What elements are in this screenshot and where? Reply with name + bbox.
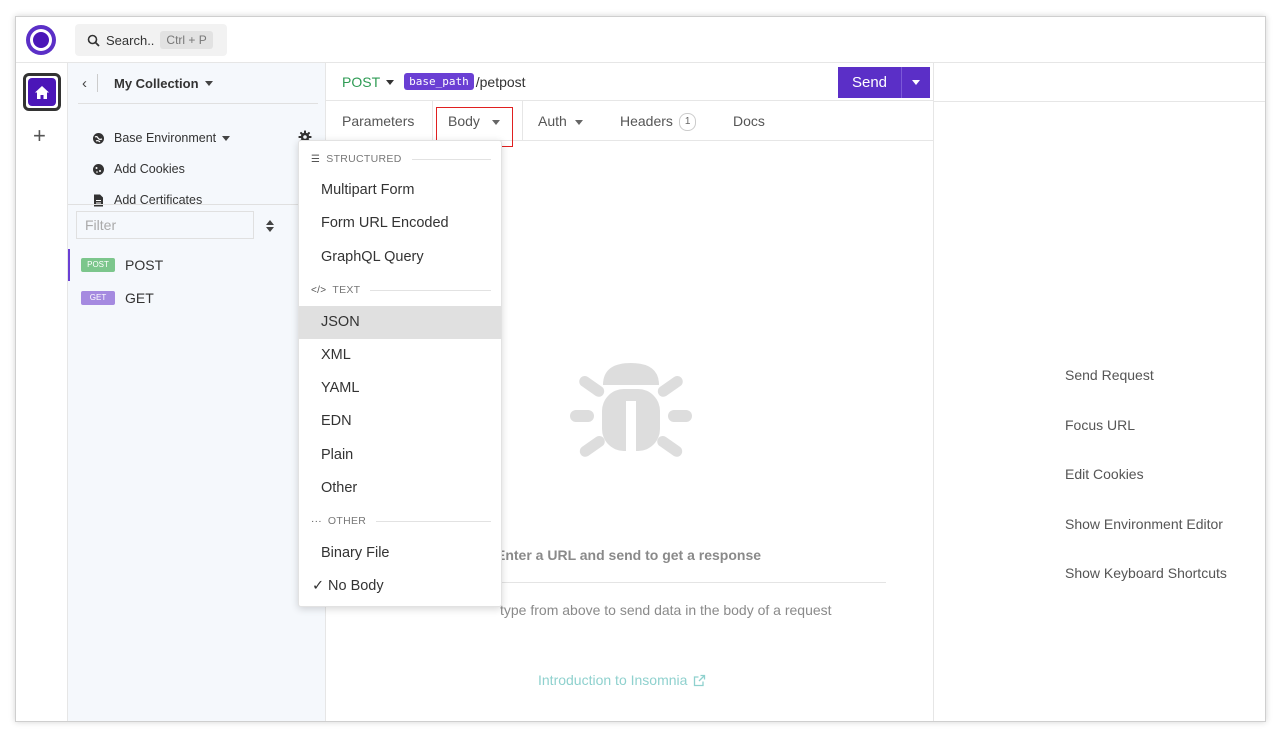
empty-state-title: Enter a URL and send to get a response	[496, 547, 762, 563]
intro-link-label: Introduction to Insomnia	[538, 672, 688, 688]
body-type-dropdown-menu: ☰ STRUCTURED Multipart Form Form URL Enco…	[298, 140, 502, 607]
section-label: TEXT	[332, 284, 361, 296]
cookie-icon	[92, 163, 104, 175]
response-pane: Send Request Focus URL Edit Cookies Show…	[934, 63, 1265, 721]
request-tabs: Parameters Body Auth Headers 1 Docs	[326, 101, 934, 141]
tab-auth-label: Auth	[538, 113, 567, 129]
environment-label: Base Environment	[114, 131, 217, 145]
add-cookies-button[interactable]: Add Cookies	[90, 159, 185, 179]
divider	[78, 103, 318, 104]
sort-icon[interactable]	[266, 219, 274, 237]
filter-input[interactable]: Filter	[76, 211, 254, 239]
headers-count-badge: 1	[678, 113, 697, 132]
chevron-down-icon	[222, 135, 231, 141]
menu-item-other[interactable]: Other	[299, 472, 501, 505]
send-button[interactable]: Send	[838, 67, 902, 98]
menu-section-other: ··· OTHER	[311, 514, 491, 528]
ellipsis-icon: ···	[311, 515, 322, 527]
url-input[interactable]: /petpost	[476, 74, 526, 90]
request-name: GET	[125, 290, 154, 306]
section-label: OTHER	[327, 515, 367, 527]
collection-header: ‹ My Collection	[68, 63, 326, 103]
chevron-down-icon	[574, 119, 583, 125]
tab-auth[interactable]: Auth	[538, 101, 583, 141]
insomnia-logo-icon[interactable]	[26, 25, 56, 55]
list-icon: ☰	[311, 153, 321, 165]
search-shortcut-badge: Ctrl + P	[160, 31, 213, 49]
menu-item-form-url-encoded[interactable]: Form URL Encoded	[299, 207, 501, 240]
top-bar: Search.. Ctrl + P	[16, 17, 1265, 63]
base-path-variable[interactable]: base_path	[404, 73, 474, 90]
bug-icon	[570, 345, 692, 472]
tab-docs[interactable]: Docs	[733, 101, 765, 141]
back-chevron-icon[interactable]: ‹	[82, 75, 87, 92]
home-icon	[35, 85, 49, 99]
divider	[68, 204, 326, 205]
menu-item-plain[interactable]: Plain	[299, 439, 501, 472]
chevron-down-icon[interactable]	[204, 80, 213, 86]
tab-divider	[522, 101, 523, 141]
menu-item-multipart-form[interactable]: Multipart Form	[299, 174, 501, 207]
method-tag-post: POST	[81, 258, 115, 272]
empty-state-subtitle: type from above to send data in the body…	[500, 602, 832, 618]
shortcut-environment-editor: Show Environment Editor	[1065, 516, 1223, 532]
menu-section-structured: ☰ STRUCTURED	[311, 152, 491, 166]
sidebar: ‹ My Collection Base Environment Add Coo…	[68, 63, 326, 721]
divider	[934, 101, 1265, 102]
app-window: Search.. Ctrl + P + ‹ My Collection Base…	[15, 16, 1266, 722]
method-dropdown[interactable]: POST	[342, 73, 395, 90]
menu-item-edn[interactable]: EDN	[299, 405, 501, 438]
add-project-button[interactable]: +	[33, 123, 46, 149]
menu-item-yaml[interactable]: YAML	[299, 372, 501, 405]
environment-selector[interactable]: Base Environment	[90, 128, 231, 148]
send-options-button[interactable]	[902, 80, 930, 85]
menu-item-graphql-query[interactable]: GraphQL Query	[299, 241, 501, 274]
code-icon: </>	[311, 284, 327, 296]
tab-parameters[interactable]: Parameters	[342, 101, 414, 141]
divider	[486, 582, 886, 583]
method-tag-get: GET	[81, 291, 115, 305]
shortcut-keyboard-shortcuts: Show Keyboard Shortcuts	[1065, 565, 1227, 581]
left-rail: +	[16, 63, 68, 721]
search-icon	[87, 34, 100, 47]
tab-headers[interactable]: Headers 1	[620, 101, 697, 141]
shortcut-focus-url: Focus URL	[1065, 417, 1136, 433]
request-item-post[interactable]: POST POST	[68, 249, 326, 281]
request-item-get[interactable]: GET GET	[68, 282, 326, 314]
menu-item-json[interactable]: JSON	[299, 306, 501, 339]
checkmark-icon: ✓	[312, 578, 325, 594]
search-label: Search..	[106, 32, 155, 48]
request-name: POST	[125, 257, 164, 273]
send-button-group: Send	[838, 67, 930, 98]
external-link-icon	[694, 674, 706, 686]
tab-divider	[432, 101, 433, 141]
section-label: STRUCTURED	[326, 153, 402, 165]
home-button[interactable]	[23, 73, 61, 111]
url-bar: POST base_path /petpost Send	[326, 63, 934, 101]
collection-name[interactable]: My Collection	[114, 76, 199, 91]
shortcut-edit-cookies: Edit Cookies	[1065, 466, 1144, 482]
menu-item-no-body[interactable]: ✓ No Body	[299, 570, 501, 603]
add-cookies-label: Add Cookies	[114, 162, 185, 176]
method-label: POST	[342, 73, 381, 90]
intro-link[interactable]: Introduction to Insomnia	[538, 672, 706, 688]
chevron-down-icon	[386, 80, 395, 86]
menu-item-binary-file[interactable]: Binary File	[299, 537, 501, 570]
menu-item-label: No Body	[328, 578, 384, 594]
divider	[97, 74, 98, 92]
menu-section-text: </> TEXT	[311, 283, 491, 297]
add-certificates-button[interactable]: Add Certificates	[90, 190, 202, 210]
tab-headers-label: Headers	[620, 113, 673, 129]
menu-item-xml[interactable]: XML	[299, 339, 501, 372]
chevron-down-icon	[912, 80, 920, 85]
shortcut-send-request: Send Request	[1065, 367, 1154, 383]
search-button[interactable]: Search.. Ctrl + P	[75, 24, 227, 56]
globe-icon	[92, 132, 104, 144]
